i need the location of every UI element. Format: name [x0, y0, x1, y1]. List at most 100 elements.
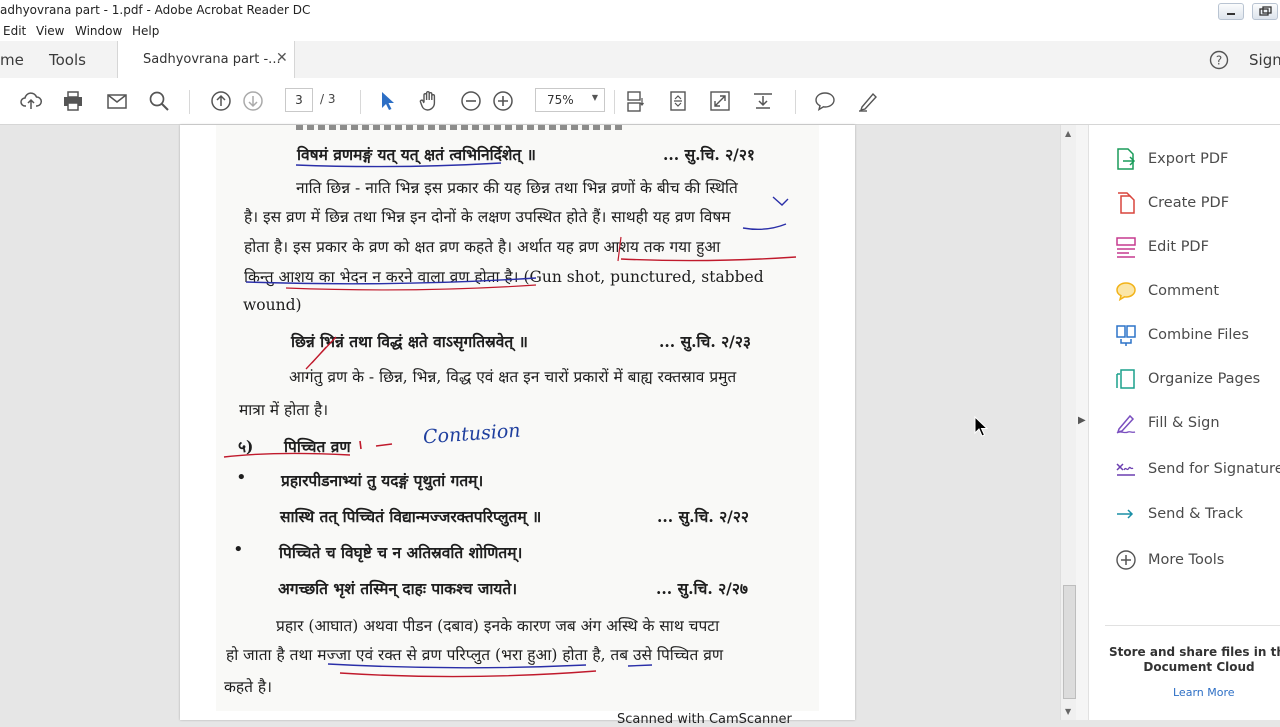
tab-home[interactable]: me — [0, 51, 24, 69]
tool-label: Organize Pages — [1148, 371, 1261, 387]
tool-label: Comment — [1148, 283, 1220, 299]
fit-page-button[interactable] — [667, 90, 689, 112]
promo-line-1: Store and share files in the — [1109, 645, 1280, 659]
window-title: adhyovrana part - 1.pdf - Adobe Acrobat … — [0, 3, 311, 17]
learn-more-link[interactable]: Learn More — [1173, 686, 1235, 699]
tool-comment[interactable]: Comment — [1115, 280, 1280, 306]
help-button[interactable]: ? — [1209, 50, 1229, 70]
toolbar-separator — [795, 90, 796, 114]
tab-tools[interactable]: Tools — [49, 51, 86, 69]
restore-button[interactable] — [1252, 3, 1278, 20]
print-icon — [64, 91, 82, 111]
pdf-page: विषमं व्रणमङ्गं यत् यत् क्षतं त्वभिनिर्द… — [180, 125, 855, 727]
panel-divider — [1105, 625, 1280, 626]
tool-send-for-signature[interactable]: Send for Signature — [1115, 458, 1280, 484]
read-mode-button[interactable] — [752, 90, 774, 112]
more-tools-icon — [1116, 550, 1136, 570]
tab-document[interactable]: Sadhyovrana part -... ✕ — [117, 41, 295, 79]
scrollbar-thumb[interactable] — [1063, 585, 1076, 699]
menu-edit[interactable]: Edit — [3, 24, 26, 38]
full-screen-button[interactable] — [709, 90, 731, 112]
full-screen-icon — [710, 91, 730, 111]
comment-bubble-icon — [815, 92, 835, 111]
read-mode-icon — [754, 93, 772, 109]
scrolling-mode-button[interactable] — [624, 90, 646, 112]
tool-create-pdf[interactable]: Create PDF — [1115, 192, 1280, 218]
tool-label: Edit PDF — [1148, 239, 1209, 255]
fit-page-icon — [670, 91, 686, 111]
toolbar: 3 / 3 75% ▼ — [0, 78, 1280, 125]
minimize-button[interactable] — [1218, 3, 1244, 20]
toolbar-separator — [614, 90, 615, 114]
chevron-down-icon: ▼ — [591, 93, 598, 102]
document-viewport[interactable]: विषमं व्रणमङ्गं यत् यत् क्षतं त्वभिनिर्द… — [0, 125, 1060, 727]
zoom-in-button[interactable] — [492, 90, 514, 112]
tab-document-label: Sadhyovrana part -... — [143, 52, 281, 67]
menu-window[interactable]: Window — [75, 24, 122, 38]
next-page-button[interactable] — [242, 90, 264, 112]
tool-label: Create PDF — [1148, 195, 1230, 211]
restore-icon — [1259, 6, 1272, 16]
pen-annotations — [223, 162, 797, 678]
zoom-select[interactable]: 75% ▼ — [535, 88, 605, 112]
tool-organize-pages[interactable]: Organize Pages — [1115, 368, 1280, 394]
pointer-arrow-icon — [382, 92, 394, 110]
svg-text:?: ? — [1216, 54, 1222, 68]
hand-icon — [419, 91, 436, 111]
pen-highlight-icon — [859, 92, 877, 112]
arrow-up-circle-icon — [211, 91, 231, 111]
hand-tool-button[interactable] — [418, 90, 440, 112]
tool-more-tools[interactable]: More Tools — [1115, 549, 1280, 575]
search-button[interactable] — [148, 90, 170, 112]
search-icon — [149, 91, 169, 111]
scroll-pages-icon — [627, 91, 644, 112]
edit-pdf-icon — [1116, 237, 1136, 258]
fill-sign-icon — [1116, 414, 1136, 434]
highlight-button[interactable] — [857, 90, 879, 112]
mouse-cursor-icon — [974, 416, 988, 437]
minimize-icon — [1227, 13, 1235, 15]
vertical-scrollbar[interactable]: ▲ ▼ — [1060, 125, 1077, 720]
add-comment-button[interactable] — [814, 90, 836, 112]
plus-circle-icon — [493, 91, 513, 111]
tool-label: Combine Files — [1148, 327, 1249, 343]
tools-pane: Export PDF Create PDF Edit PDF Comment C… — [1088, 125, 1280, 720]
zoom-value: 75% — [547, 93, 574, 107]
mail-icon — [107, 94, 127, 109]
tool-label: Export PDF — [1148, 151, 1229, 167]
tool-export-pdf[interactable]: Export PDF — [1115, 148, 1280, 174]
tool-edit-pdf[interactable]: Edit PDF — [1115, 236, 1280, 262]
organize-pages-icon — [1116, 369, 1135, 389]
send-track-icon — [1117, 509, 1134, 519]
tool-label: Fill & Sign — [1148, 415, 1220, 431]
upload-button[interactable] — [20, 90, 42, 112]
close-tab-icon[interactable]: ✕ — [276, 50, 288, 66]
combine-files-icon — [1116, 325, 1136, 346]
page-number-input[interactable]: 3 — [285, 88, 313, 112]
scroll-down-icon[interactable]: ▼ — [1065, 707, 1071, 716]
toolbar-separator — [189, 90, 190, 114]
chevron-right-icon: ▶ — [1078, 415, 1086, 426]
comment-icon — [1116, 282, 1136, 302]
send-signature-icon — [1116, 463, 1135, 476]
arrow-down-circle-icon — [243, 91, 263, 111]
menu-bar: Edit View Window Help — [0, 22, 1280, 41]
zoom-out-button[interactable] — [460, 90, 482, 112]
previous-page-button[interactable] — [210, 90, 232, 112]
tool-send-track[interactable]: Send & Track — [1115, 503, 1280, 529]
tab-bar: me Tools Sadhyovrana part -... ✕ ? Sign — [0, 41, 1280, 79]
scroll-up-icon[interactable]: ▲ — [1065, 129, 1071, 138]
tool-fill-sign[interactable]: Fill & Sign — [1115, 412, 1280, 438]
print-button[interactable] — [62, 90, 84, 112]
select-tool-button[interactable] — [377, 90, 399, 112]
sign-in-link[interactable]: Sign — [1249, 51, 1280, 69]
menu-help[interactable]: Help — [132, 24, 159, 38]
panel-collapse-handle[interactable]: ▶ — [1076, 125, 1088, 720]
tool-combine-files[interactable]: Combine Files — [1115, 324, 1280, 350]
minus-circle-icon — [461, 91, 481, 111]
help-icon: ? — [1209, 50, 1229, 70]
export-pdf-icon — [1117, 148, 1136, 170]
email-button[interactable] — [106, 90, 128, 112]
title-bar: adhyovrana part - 1.pdf - Adobe Acrobat … — [0, 0, 1280, 23]
menu-view[interactable]: View — [36, 24, 64, 38]
